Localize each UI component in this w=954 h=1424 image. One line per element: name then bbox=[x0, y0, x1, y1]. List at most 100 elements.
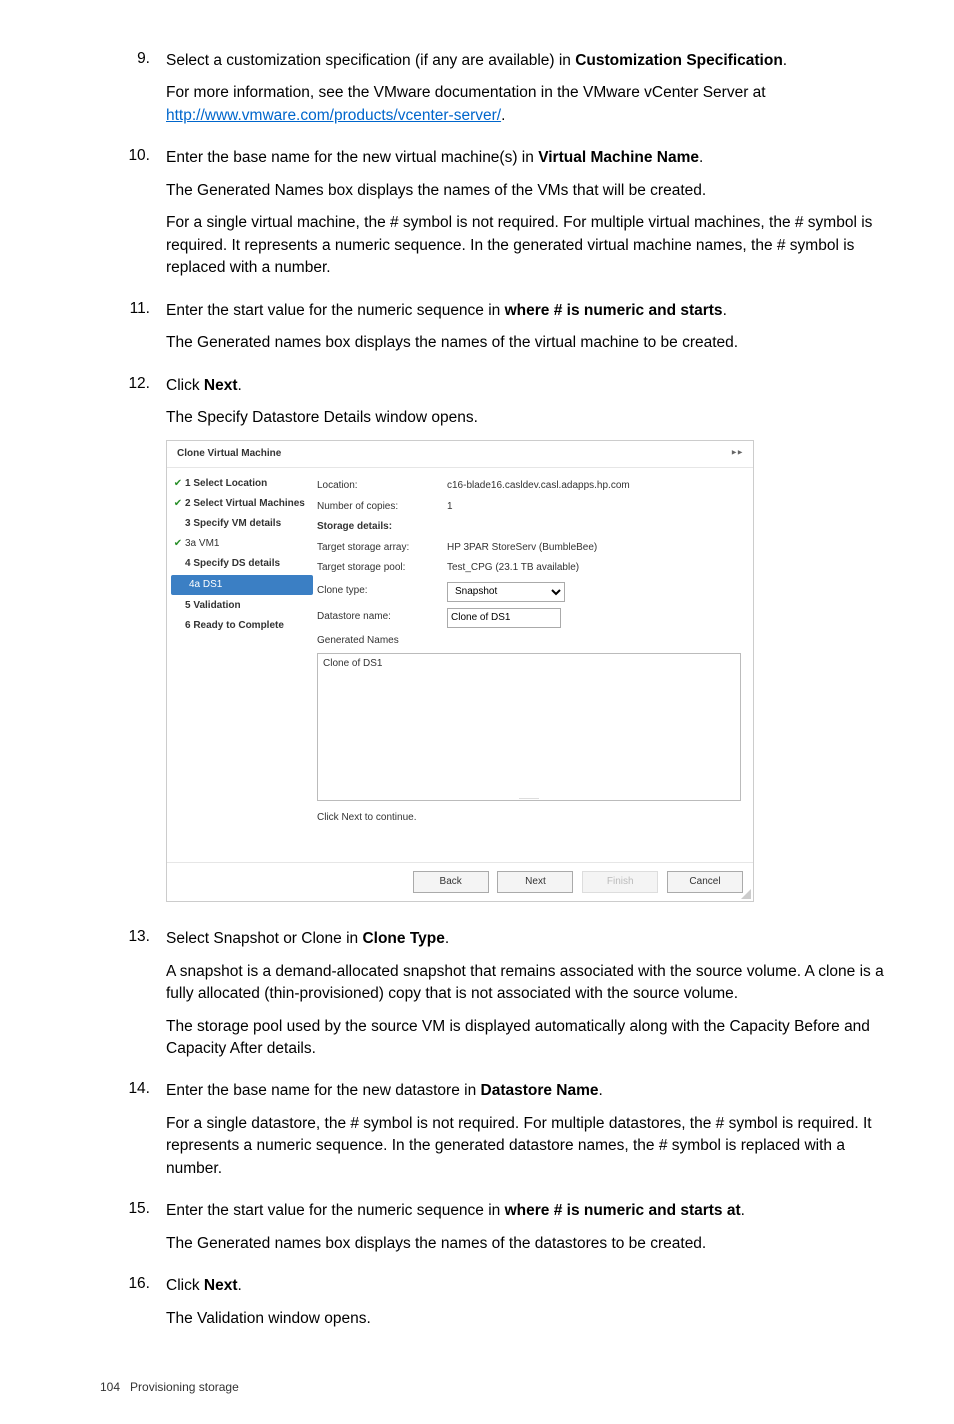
page-footer: 104 Provisioning storage bbox=[100, 1380, 894, 1394]
generated-names-label: Generated Names bbox=[317, 634, 447, 649]
text: The Generated names box displays the nam… bbox=[166, 332, 894, 354]
finish-button: Finish bbox=[582, 871, 658, 894]
bold-term: Next bbox=[204, 1277, 238, 1294]
pool-label: Target storage pool: bbox=[317, 561, 447, 576]
nav-label: 6 Ready to Complete bbox=[185, 619, 284, 633]
step-number: 9. bbox=[100, 50, 166, 137]
step-number: 13. bbox=[100, 928, 166, 1070]
bold-term: where # is numeric and starts at bbox=[505, 1202, 741, 1219]
step-number: 14. bbox=[100, 1080, 166, 1190]
hint-text: Click Next to continue. bbox=[317, 811, 741, 826]
text: The Specify Datastore Details window ope… bbox=[166, 407, 894, 429]
array-value: HP 3PAR StoreServ (BumbleBee) bbox=[447, 541, 741, 556]
nav-label: 4 Specify DS details bbox=[185, 557, 280, 571]
text: The Validation window opens. bbox=[166, 1308, 894, 1330]
dsname-label: Datastore name: bbox=[317, 610, 447, 625]
nav-vm1[interactable]: ✔3a VM1 bbox=[167, 534, 317, 554]
nav-select-location[interactable]: ✔1 Select Location bbox=[167, 474, 317, 494]
nav-label: 3 Specify VM details bbox=[185, 517, 281, 531]
step-11: 11. Enter the start value for the numeri… bbox=[100, 300, 894, 365]
dsname-input[interactable] bbox=[447, 608, 561, 628]
text: Enter the base name for the new virtual … bbox=[166, 149, 538, 166]
text: . bbox=[783, 52, 787, 69]
text: The storage pool used by the source VM i… bbox=[166, 1016, 894, 1061]
text: Enter the start value for the numeric se… bbox=[166, 302, 505, 319]
text: Enter the base name for the new datastor… bbox=[166, 1082, 481, 1099]
bold-term: Next bbox=[204, 377, 238, 394]
text: Select Snapshot or Clone in bbox=[166, 930, 362, 947]
bold-term: where # is numeric and starts bbox=[505, 302, 723, 319]
dialog-titlebar: Clone Virtual Machine ▸▸ bbox=[167, 441, 753, 469]
nav-ready[interactable]: 6 Ready to Complete bbox=[167, 616, 317, 636]
step-number: 10. bbox=[100, 147, 166, 289]
collapse-icon[interactable]: ▸▸ bbox=[731, 447, 743, 462]
step-14: 14. Enter the base name for the new data… bbox=[100, 1080, 894, 1190]
text: . bbox=[599, 1082, 603, 1099]
step-13: 13. Select Snapshot or Clone in Clone Ty… bbox=[100, 928, 894, 1070]
bold-term: Clone Type bbox=[362, 930, 444, 947]
text: . bbox=[723, 302, 727, 319]
text: For a single datastore, the # symbol is … bbox=[166, 1113, 894, 1180]
pool-value: Test_CPG (23.1 TB available) bbox=[447, 561, 741, 576]
nav-specify-vm-details[interactable]: 3 Specify VM details bbox=[167, 514, 317, 534]
step-9: 9. Select a customization specification … bbox=[100, 50, 894, 137]
vmware-link[interactable]: http://www.vmware.com/products/vcenter-s… bbox=[166, 107, 501, 124]
text: The Generated names box displays the nam… bbox=[166, 1233, 894, 1255]
section-title: Provisioning storage bbox=[130, 1380, 239, 1394]
nav-specify-ds-details[interactable]: 4 Specify DS details bbox=[167, 554, 317, 574]
check-icon: ✔ bbox=[171, 537, 185, 551]
nav-label: 3a VM1 bbox=[185, 537, 219, 551]
text: The Generated Names box displays the nam… bbox=[166, 180, 894, 202]
nav-label: 4a DS1 bbox=[189, 578, 222, 592]
back-button[interactable]: Back bbox=[413, 871, 489, 894]
text: Click bbox=[166, 377, 204, 394]
step-16: 16. Click Next. The Validation window op… bbox=[100, 1275, 894, 1340]
step-number: 16. bbox=[100, 1275, 166, 1340]
text: . bbox=[699, 149, 703, 166]
check-icon: ✔ bbox=[171, 477, 185, 491]
location-label: Location: bbox=[317, 479, 447, 494]
next-button[interactable]: Next bbox=[497, 871, 573, 894]
dialog-title: Clone Virtual Machine bbox=[177, 447, 281, 462]
step-10: 10. Enter the base name for the new virt… bbox=[100, 147, 894, 289]
nav-select-vms[interactable]: ✔2 Select Virtual Machines bbox=[167, 494, 317, 514]
text: . bbox=[238, 377, 242, 394]
step-15: 15. Enter the start value for the numeri… bbox=[100, 1200, 894, 1265]
dialog-content: Location:c16-blade16.casldev.casl.adapps… bbox=[317, 468, 753, 862]
nav-label: 5 Validation bbox=[185, 599, 241, 613]
cancel-button[interactable]: Cancel bbox=[667, 871, 743, 894]
text: Select a customization specification (if… bbox=[166, 52, 575, 69]
text: For a single virtual machine, the # symb… bbox=[166, 212, 894, 279]
step-number: 12. bbox=[100, 375, 166, 918]
nav-validation[interactable]: 5 Validation bbox=[167, 596, 317, 616]
bold-term: Customization Specification bbox=[575, 52, 783, 69]
generated-names-box: Clone of DS1 bbox=[317, 653, 741, 801]
nav-label: 2 Select Virtual Machines bbox=[185, 497, 305, 511]
nav-ds1[interactable]: 4a DS1 bbox=[171, 575, 313, 595]
resize-grip-icon[interactable] bbox=[519, 798, 539, 803]
text: . bbox=[445, 930, 449, 947]
array-label: Target storage array: bbox=[317, 541, 447, 556]
dialog-footer: Back Next Finish Cancel bbox=[167, 862, 753, 902]
wizard-nav: ✔1 Select Location ✔2 Select Virtual Mac… bbox=[167, 468, 317, 862]
window-resize-icon[interactable] bbox=[741, 889, 751, 899]
ordered-steps: 9. Select a customization specification … bbox=[100, 50, 894, 1340]
copies-label: Number of copies: bbox=[317, 500, 447, 515]
text: For more information, see the VMware doc… bbox=[166, 84, 766, 101]
clonetype-select[interactable]: Snapshot bbox=[447, 582, 565, 602]
step-12: 12. Click Next. The Specify Datastore De… bbox=[100, 375, 894, 918]
check-icon: ✔ bbox=[171, 497, 185, 511]
text: . bbox=[238, 1277, 242, 1294]
location-value: c16-blade16.casldev.casl.adapps.hp.com bbox=[447, 479, 741, 494]
text: Enter the start value for the numeric se… bbox=[166, 1202, 505, 1219]
step-number: 15. bbox=[100, 1200, 166, 1265]
step-number: 11. bbox=[100, 300, 166, 365]
text: . bbox=[741, 1202, 745, 1219]
text: A snapshot is a demand-allocated snapsho… bbox=[166, 961, 894, 1006]
page: 9. Select a customization specification … bbox=[0, 0, 954, 1424]
nav-label: 1 Select Location bbox=[185, 477, 267, 491]
text: Click bbox=[166, 1277, 204, 1294]
generated-name-item: Clone of DS1 bbox=[323, 658, 382, 669]
bold-term: Datastore Name bbox=[481, 1082, 599, 1099]
clone-vm-dialog: Clone Virtual Machine ▸▸ ✔1 Select Locat… bbox=[166, 440, 754, 903]
